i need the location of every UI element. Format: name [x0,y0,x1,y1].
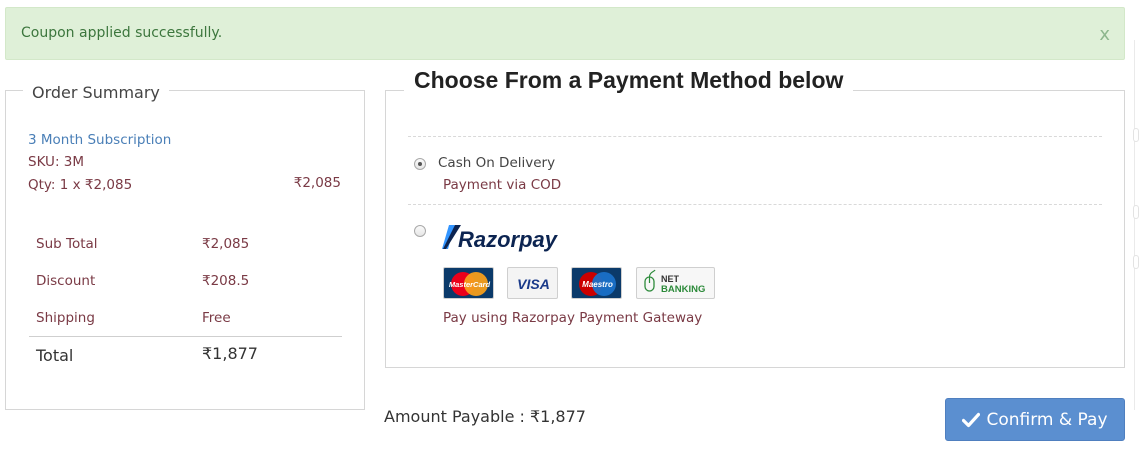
svg-text:BANKING: BANKING [661,284,705,295]
cod-method-name[interactable]: Cash On Delivery [438,155,555,171]
payment-methods-panel: Choose From a Payment Method below Cash … [385,67,1125,368]
grand-total-label: Total [36,346,74,365]
subtotal-row: Sub Total ₹2,085 [29,236,342,266]
razorpay-radio[interactable] [414,225,426,237]
product-name-link[interactable]: 3 Month Subscription [28,132,171,148]
dashed-divider [408,204,1102,205]
visa-icon: VISA [507,267,558,299]
cod-radio[interactable] [414,158,426,170]
maestro-icon: Maestro [571,267,622,299]
confirm-button-label: Confirm & Pay [986,409,1108,430]
alert-message: Coupon applied successfully. [21,25,223,41]
confirm-and-pay-button[interactable]: Confirm & Pay [945,398,1125,441]
amount-payable: Amount Payable : ₹1,877 [384,407,586,426]
razorpay-method-description: Pay using Razorpay Payment Gateway [443,310,703,326]
product-quantity: Qty: 1 x ₹2,085 [28,177,133,193]
subtotal-label: Sub Total [36,236,98,252]
payment-methods-title: Choose From a Payment Method below [404,67,854,94]
svg-text:NET: NET [661,274,680,284]
mastercard-icon: MasterCard [443,267,494,299]
grand-total-value: ₹1,877 [202,344,258,363]
razorpay-logo-text: Razorpay [458,227,559,252]
net-banking-icon: NET BANKING [636,267,715,299]
subtotal-value: ₹2,085 [202,236,250,252]
cod-method-description: Payment via COD [443,177,562,193]
edge-control [1133,205,1139,219]
svg-text:MasterCard: MasterCard [449,280,491,289]
svg-text:Maestro: Maestro [582,280,613,289]
shipping-value: Free [202,310,231,326]
checkmark-icon [962,412,981,427]
close-icon[interactable]: x [1099,24,1110,45]
order-summary-title: Order Summary [23,83,169,102]
shipping-label: Shipping [36,310,95,326]
discount-label: Discount [36,273,96,289]
edge-control [1133,128,1139,142]
product-line-total: ₹2,085 [293,175,341,191]
discount-value: ₹208.5 [202,273,250,289]
dashed-divider [408,136,1102,137]
totals-divider [29,336,342,337]
razorpay-logo-icon[interactable]: Razorpay [441,223,561,253]
svg-text:VISA: VISA [517,276,550,292]
edge-control [1133,255,1139,269]
page-edge-divider [1134,40,1135,410]
product-sku: SKU: 3M [28,154,85,170]
coupon-success-alert: Coupon applied successfully. x [5,7,1125,60]
discount-row: Discount ₹208.5 [29,273,342,303]
order-summary-panel: Order Summary 3 Month Subscription SKU: … [5,83,365,410]
